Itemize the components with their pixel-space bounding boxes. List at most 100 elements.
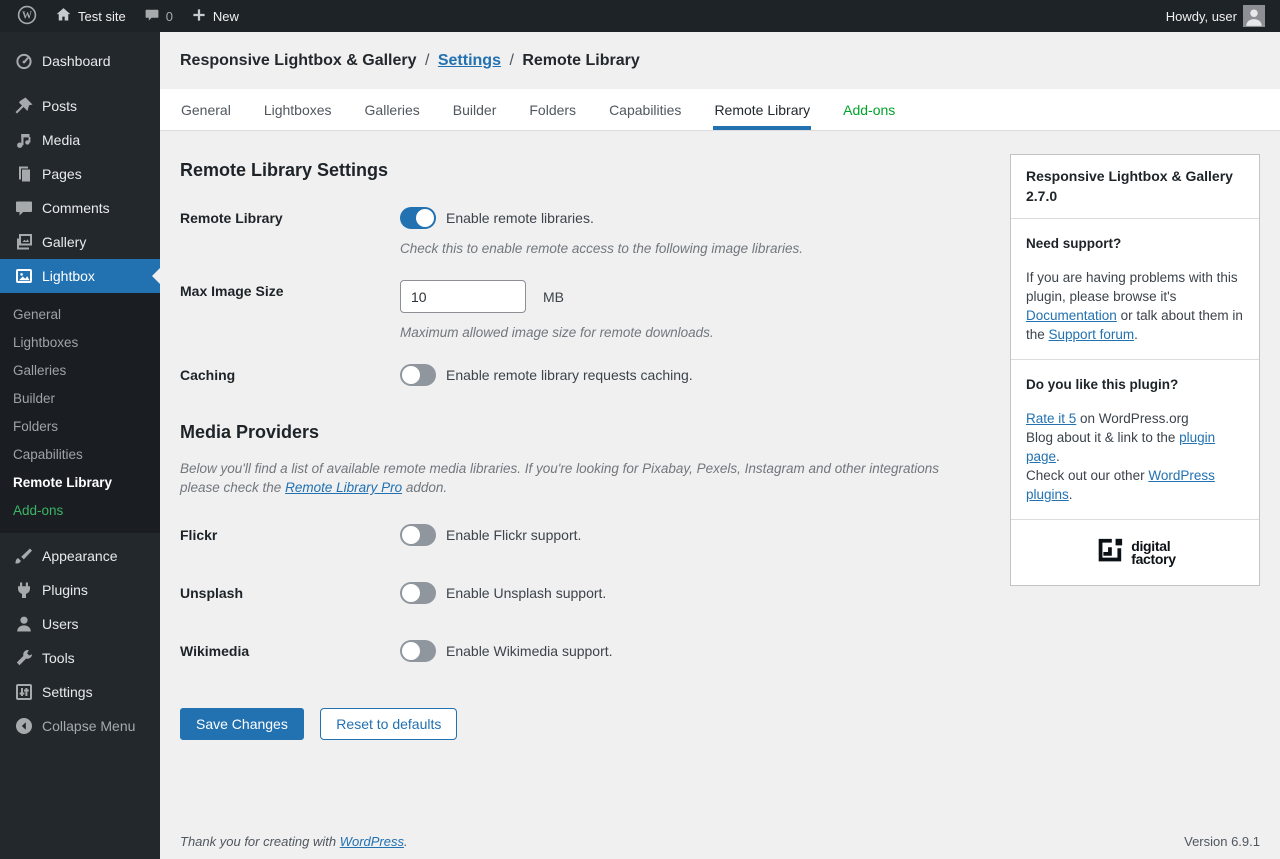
sidebar-item-dashboard[interactable]: Dashboard <box>0 44 160 78</box>
site-name-menu[interactable]: Test site <box>46 0 135 32</box>
comments-icon <box>14 198 34 218</box>
field-label: Remote Library <box>180 207 400 256</box>
footer-thanks: Thank you for creating with WordPress. <box>180 834 408 849</box>
submenu-item-capabilities[interactable]: Capabilities <box>0 441 160 469</box>
caching-toggle[interactable] <box>400 364 436 386</box>
support-text: . <box>1134 327 1138 342</box>
support-forum-link[interactable]: Support forum <box>1049 327 1135 342</box>
howdy-label: Howdy, user <box>1166 9 1237 24</box>
comment-bubble-icon <box>144 7 160 26</box>
wikimedia-row: Wikimedia Enable Wikimedia support. <box>180 640 990 662</box>
site-name-label: Test site <box>78 9 126 24</box>
tab-remote-library[interactable]: Remote Library <box>713 89 811 130</box>
admin-sidebar: Dashboard Posts Media Pages Comments Gal… <box>0 32 160 859</box>
sidebar-item-media[interactable]: Media <box>0 123 160 157</box>
remote-library-form: Remote Library Settings Remote Library E… <box>160 131 1010 760</box>
support-section: Need support? If you are having problems… <box>1011 219 1259 360</box>
field-label: Unsplash <box>180 582 400 604</box>
version-label: Version 6.9.1 <box>1184 834 1260 849</box>
submenu-item-general[interactable]: General <box>0 301 160 329</box>
documentation-link[interactable]: Documentation <box>1026 308 1117 323</box>
remote-library-toggle[interactable] <box>400 207 436 229</box>
plugin-info-widget: Responsive Lightbox & Gallery 2.7.0 Need… <box>1010 154 1260 586</box>
wordpress-link[interactable]: WordPress <box>340 834 404 849</box>
submenu-item-remote-library[interactable]: Remote Library <box>0 469 160 497</box>
toggle-knob <box>402 366 420 384</box>
submenu-item-galleries[interactable]: Galleries <box>0 357 160 385</box>
tab-galleries[interactable]: Galleries <box>364 89 421 130</box>
collapse-menu-button[interactable]: Collapse Menu <box>0 709 160 743</box>
support-text: If you are having problems with this plu… <box>1026 270 1238 304</box>
period: . <box>1069 487 1073 502</box>
content-area: Responsive Lightbox & Gallery / Settings… <box>160 32 1280 859</box>
rate-heading: Do you like this plugin? <box>1026 375 1244 394</box>
media-providers-title: Media Providers <box>180 422 990 443</box>
new-content-menu[interactable]: New <box>182 0 248 32</box>
rate-section: Do you like this plugin? Rate it 5 on Wo… <box>1011 360 1259 520</box>
sidebar-label: Tools <box>42 650 75 666</box>
home-icon <box>55 6 72 26</box>
sidebar-item-settings[interactable]: Settings <box>0 675 160 709</box>
submenu-item-add-ons[interactable]: Add-ons <box>0 497 160 525</box>
submenu-item-folders[interactable]: Folders <box>0 413 160 441</box>
sidebar-item-pages[interactable]: Pages <box>0 157 160 191</box>
breadcrumb-settings-link[interactable]: Settings <box>438 52 501 69</box>
digital-factory-logo: digital factory <box>1011 520 1259 585</box>
lightbox-icon <box>14 266 34 286</box>
sidebar-label: Appearance <box>42 548 118 564</box>
toggle-label: Enable Unsplash support. <box>446 585 606 601</box>
sidebar-item-lightbox[interactable]: Lightbox <box>0 259 160 293</box>
sidebar-label: Dashboard <box>42 53 111 69</box>
reset-to-defaults-button[interactable]: Reset to defaults <box>320 708 457 740</box>
collapse-label: Collapse Menu <box>42 718 135 734</box>
breadcrumb: Responsive Lightbox & Gallery / Settings… <box>160 32 1280 89</box>
remote-library-pro-link[interactable]: Remote Library Pro <box>285 480 402 495</box>
new-label: New <box>213 9 239 24</box>
field-label: Max Image Size <box>180 280 400 340</box>
intro-text: addon. <box>402 480 447 495</box>
pages-icon <box>14 164 34 184</box>
sidebar-item-appearance[interactable]: Appearance <box>0 539 160 573</box>
blog-text: Blog about it & link to the <box>1026 430 1179 445</box>
unsplash-toggle[interactable] <box>400 582 436 604</box>
sidebar-item-plugins[interactable]: Plugins <box>0 573 160 607</box>
tab-capabilities[interactable]: Capabilities <box>608 89 682 130</box>
settings-sliders-icon <box>14 682 34 702</box>
wikimedia-toggle[interactable] <box>400 640 436 662</box>
flickr-toggle[interactable] <box>400 524 436 546</box>
toggle-knob <box>402 642 420 660</box>
breadcrumb-current-page: Remote Library <box>522 52 639 69</box>
admin-bar: W Test site 0 New Howdy, user <box>0 0 1280 32</box>
rate-it-link[interactable]: Rate it 5 <box>1026 411 1076 426</box>
tab-general[interactable]: General <box>180 89 232 130</box>
max-image-size-input[interactable] <box>400 280 526 313</box>
gallery-icon <box>14 232 34 252</box>
avatar <box>1243 5 1265 27</box>
sidebar-item-users[interactable]: Users <box>0 607 160 641</box>
rate-line: Rate it 5 on WordPress.org <box>1026 409 1244 428</box>
tab-lightboxes[interactable]: Lightboxes <box>263 89 333 130</box>
toggle-label: Enable remote library requests caching. <box>446 367 693 383</box>
toggle-knob <box>416 209 434 227</box>
breadcrumb-separator: / <box>505 52 517 69</box>
sidebar-item-comments[interactable]: Comments <box>0 191 160 225</box>
howdy-menu[interactable]: Howdy, user <box>1157 0 1274 32</box>
save-changes-button[interactable]: Save Changes <box>180 708 304 740</box>
remote-library-row: Remote Library Enable remote libraries. … <box>180 207 990 256</box>
toggle-label: Enable remote libraries. <box>446 210 594 226</box>
lightbox-submenu: General Lightboxes Galleries Builder Fol… <box>0 293 160 533</box>
svg-text:W: W <box>22 10 32 21</box>
field-description: Maximum allowed image size for remote do… <box>400 325 990 340</box>
tab-builder[interactable]: Builder <box>452 89 498 130</box>
tab-folders[interactable]: Folders <box>528 89 577 130</box>
wordpress-logo-menu[interactable]: W <box>8 0 46 32</box>
sidebar-item-tools[interactable]: Tools <box>0 641 160 675</box>
toggle-label: Enable Wikimedia support. <box>446 643 613 659</box>
tab-add-ons[interactable]: Add-ons <box>842 89 896 130</box>
toggle-knob <box>402 584 420 602</box>
submenu-item-builder[interactable]: Builder <box>0 385 160 413</box>
sidebar-item-posts[interactable]: Posts <box>0 89 160 123</box>
comments-menu[interactable]: 0 <box>135 0 182 32</box>
sidebar-item-gallery[interactable]: Gallery <box>0 225 160 259</box>
submenu-item-lightboxes[interactable]: Lightboxes <box>0 329 160 357</box>
